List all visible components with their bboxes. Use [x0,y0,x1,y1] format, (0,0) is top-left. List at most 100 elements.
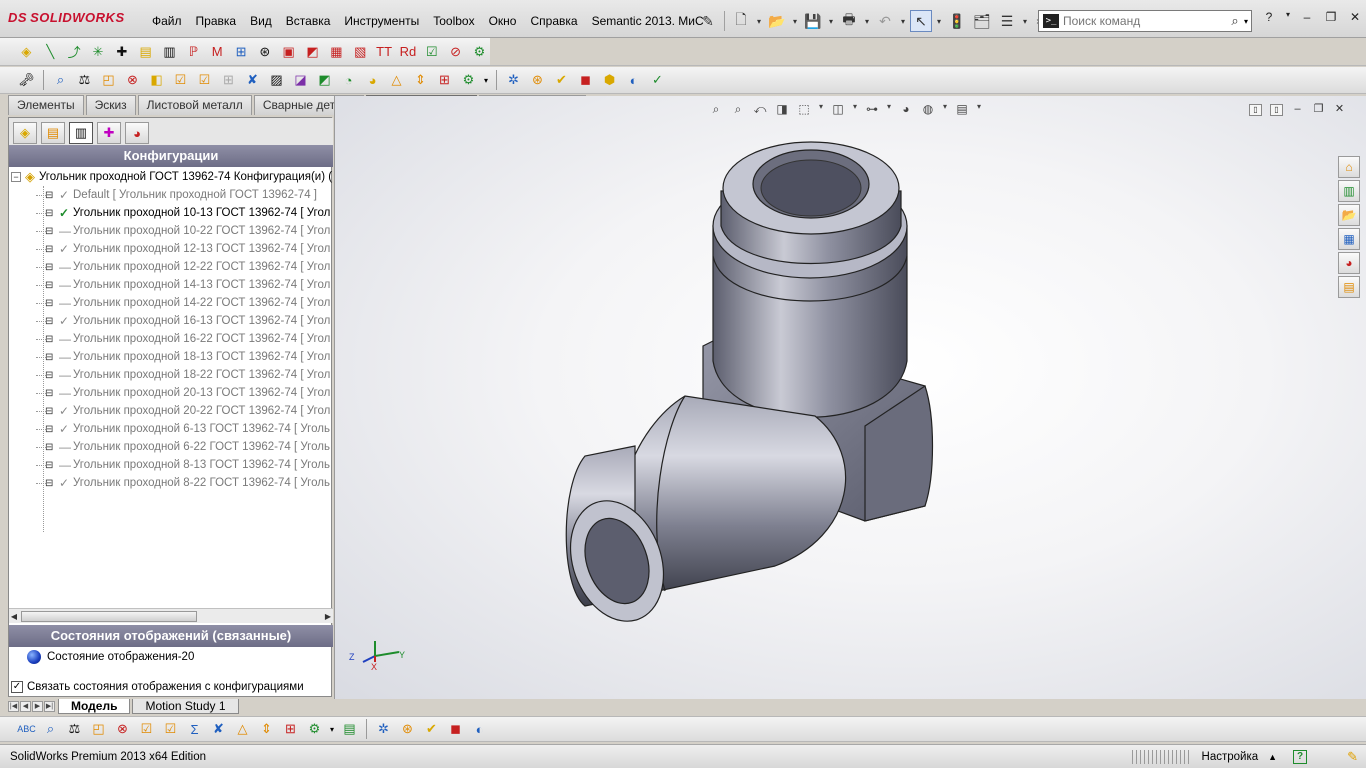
configuration-item[interactable]: ⊟ — Угольник проходной 8-13 ГОСТ 13962-74 … [9,456,333,474]
first-tab-icon[interactable]: |◀ [8,701,19,712]
undercut-icon[interactable]: ◔ [338,70,359,91]
sensor-icon[interactable]: ⊗ [112,719,133,740]
prev-tab-icon[interactable]: ◀ [20,701,31,712]
check-entity-icon[interactable]: ☑ [170,70,191,91]
geometry-analysis-icon[interactable]: ☑ [194,70,215,91]
scroll-left-icon[interactable]: ◀ [9,611,19,622]
options-icon[interactable]: ☰ [996,10,1018,32]
search-icon[interactable]: ⌕ [1226,13,1244,29]
point-icon[interactable]: ✳ [88,41,109,62]
scan-icon[interactable]: ◐ [623,70,644,91]
zebra-stripes-icon[interactable]: ▨ [266,70,287,91]
settings-icon[interactable]: ⚙ [469,41,490,62]
configuration-item[interactable]: ⊟ ✓ Угольник проходной 16-13 ГОСТ 13962-74… [9,312,333,330]
plane-icon[interactable]: ✚ [111,41,132,62]
configuration-item[interactable]: ⊟ ✓ Угольник проходной 8-22 ГОСТ 13962-74 … [9,474,333,492]
accept-icon[interactable]: ✓ [647,70,668,91]
costing-icon[interactable]: ⊛ [397,719,418,740]
menu-item[interactable]: Toolbox [426,10,481,32]
curvature-icon[interactable]: ◪ [290,70,311,91]
flow-icon[interactable]: ◼ [445,719,466,740]
table-export-icon[interactable]: ▤ [339,719,360,740]
customize-caret-icon[interactable]: ▲ [1268,752,1277,762]
command-tab[interactable]: Листовой металл [137,95,252,115]
configuration-item[interactable]: ⊟ — Угольник проходной 16-22 ГОСТ 13962-74… [9,330,333,348]
minimize-icon[interactable]: – [1298,10,1316,28]
design-check-icon[interactable]: ✲ [373,719,394,740]
help-icon[interactable]: ? [1260,10,1278,28]
new-document-icon[interactable]: 🗋 [730,10,752,32]
configuration-item[interactable]: ⊟ ✓ Default [ Угольник проходной ГОСТ 1396… [9,186,333,204]
symmetry-icon[interactable]: ⇕ [256,719,277,740]
configuration-item[interactable]: ⊟ ✓ Угольник проходной 12-13 ГОСТ 13962-74… [9,240,333,258]
configuration-item[interactable]: ⊟ — Угольник проходной 10-22 ГОСТ 13962-74… [9,222,333,240]
search-dropdown-icon[interactable]: ▾ [1244,17,1251,26]
scan-icon[interactable]: ◐ [469,719,490,740]
menu-item[interactable]: Вид [243,10,279,32]
sustainability-icon[interactable]: ✔ [421,719,442,740]
check-entity-icon[interactable]: ☑ [136,719,157,740]
design-check-icon[interactable]: ✲ [503,70,524,91]
sensor-icon[interactable]: ⊗ [122,70,143,91]
configuration-manager-icon[interactable]: ▥ [69,122,93,144]
spell-check-icon[interactable]: ABC [16,719,37,740]
customize-status[interactable]: Настройка [1202,751,1259,763]
mass-properties-icon[interactable]: ⚖ [74,70,95,91]
menu-item[interactable]: Semantic 2013. МиС [585,10,711,32]
thickness-icon[interactable]: △ [386,70,407,91]
dropdown-icon[interactable]: ▾ [755,10,763,32]
dropdown-icon[interactable]: ▾ [899,10,907,32]
configuration-item[interactable]: ⊟ ✓ Угольник проходной 10-13 ГОСТ 13962-74… [9,204,333,222]
status-lamp-icon[interactable]: ✎ [1347,749,1358,765]
dropdown-icon[interactable]: ▾ [863,10,871,32]
display-manager-icon[interactable]: ◕ [125,122,149,144]
dropdown-icon[interactable]: ▾ [791,10,799,32]
dfm-icon[interactable]: ⬢ [599,70,620,91]
menu-item[interactable]: Окно [482,10,524,32]
blocks-icon[interactable]: ◩ [302,41,323,62]
thickness-icon[interactable]: △ [232,719,253,740]
measure-icon[interactable]: ⌕ [50,70,71,91]
dropdown-icon[interactable]: ▾ [935,10,943,32]
dropdown-icon[interactable]: ▾ [1021,10,1029,32]
model-tab[interactable]: Модель [58,699,131,714]
status-help-icon[interactable]: ? [1293,749,1308,764]
parting-line-icon[interactable]: ◕ [362,70,383,91]
simulation-icon[interactable]: ⚙ [304,719,325,740]
text-icon[interactable]: ℙ [183,41,204,62]
select-pointer-icon[interactable]: ↖ [910,10,932,32]
measure-icon[interactable]: ⌕ [40,719,61,740]
line-icon[interactable]: ╲ [40,41,61,62]
command-tab[interactable]: Элементы [8,95,84,115]
fix-icon[interactable]: ⊛ [254,41,275,62]
costing-icon[interactable]: ⊛ [527,70,548,91]
next-tab-icon[interactable]: ▶ [32,701,43,712]
feature-manager-icon[interactable]: ◈ [13,122,37,144]
link-display-states-checkbox[interactable]: ✓ [11,681,23,693]
rd-icon[interactable]: Rd [398,41,419,62]
configuration-item[interactable]: ⊟ — Угольник проходной 6-22 ГОСТ 13962-74 … [9,438,333,456]
close-icon[interactable]: ✕ [1346,10,1364,28]
dropdown-icon[interactable]: ▾ [827,10,835,32]
section-properties-icon[interactable]: ◰ [88,719,109,740]
scroll-thumb[interactable] [21,611,197,622]
configuration-item[interactable]: ⊟ — Угольник проходной 14-22 ГОСТ 13962-74… [9,294,333,312]
dimxpert-icon[interactable]: ✚ [97,122,121,144]
check-icon[interactable]: ☑ [421,41,442,62]
help-dropdown-icon[interactable]: ▾ [1284,10,1292,28]
open-folder-icon[interactable]: 📂 [766,10,788,32]
draft-analysis-icon[interactable]: ◩ [314,70,335,91]
command-search[interactable]: >_ ⌕ ▾ [1038,10,1252,32]
horizontal-scrollbar[interactable]: ◀ ▶ [9,608,333,623]
disable-icon[interactable]: ⊘ [445,41,466,62]
deviation-analysis-icon[interactable]: ✘ [208,719,229,740]
app-logo[interactable]: DS SOLIDWORKS [8,10,138,32]
file-properties-icon[interactable]: 🗂 [971,10,993,32]
command-tab[interactable]: Эскиз [85,95,136,115]
symmetry-icon[interactable]: ⇕ [410,70,431,91]
display-state-item[interactable]: Состояние отображения-20 [27,648,194,666]
model-graphics[interactable] [335,96,1366,699]
deviation-analysis-icon[interactable]: ✘ [242,70,263,91]
toolbar-settings-icon[interactable]: 🗝 [16,70,37,91]
configuration-item[interactable]: ⊟ — Угольник проходной 14-13 ГОСТ 13962-74… [9,276,333,294]
